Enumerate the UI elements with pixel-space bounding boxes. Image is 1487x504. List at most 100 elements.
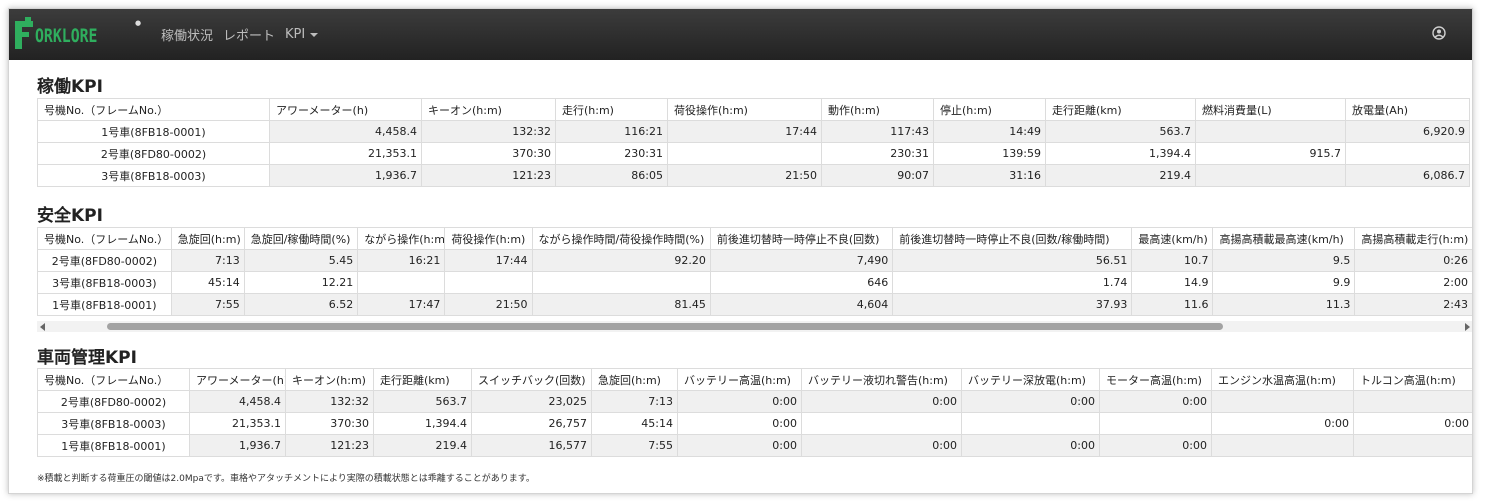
- column-header[interactable]: 停止(h:m): [933, 98, 1046, 121]
- table-cell: 0:00: [801, 434, 962, 457]
- column-header[interactable]: バッテリー深放電(h:m): [961, 368, 1100, 391]
- vehicle-name-cell: 2号車(8FD80-0002): [37, 390, 190, 413]
- table-row: 2号車(8FD80-0002) 7:13 5.45 16:21 17:44 92.20 7,…: [37, 249, 1472, 272]
- column-header[interactable]: キーオン(h:m): [421, 98, 556, 121]
- table-cell: 0:00: [1099, 390, 1212, 413]
- column-header[interactable]: 前後進切替時一時停止不良(回数): [709, 227, 894, 250]
- navbar: ORKLORE ● 稼働状況 レポート KPI: [9, 9, 1472, 60]
- table-cell: 56.51: [892, 249, 1133, 272]
- column-header[interactable]: アワーメーター(h): [269, 98, 422, 121]
- vehicle-name-cell: 1号車(8FB18-0001): [37, 434, 190, 457]
- table-cell: 31:16: [933, 164, 1046, 187]
- column-header[interactable]: バッテリー液切れ警告(h:m): [801, 368, 962, 391]
- table-cell: 370:30: [285, 412, 374, 435]
- column-header[interactable]: 走行(h:m): [555, 98, 668, 121]
- table-cell: 219.4: [1045, 164, 1196, 187]
- operation-kpi-title: 稼働KPI: [37, 77, 103, 97]
- nav-kpi-dropdown[interactable]: KPI: [285, 27, 319, 42]
- column-header[interactable]: 号機No.（フレームNo.）: [37, 98, 270, 121]
- table-cell: 0:00: [1211, 412, 1354, 435]
- column-header[interactable]: 高揚高積載最高速(km/h): [1212, 227, 1356, 250]
- table-cell: 17:44: [667, 120, 822, 143]
- column-header[interactable]: 号機No.（フレームNo.）: [37, 368, 190, 391]
- column-header[interactable]: 前後進切替時一時停止不良(回数/稼働時間): [892, 227, 1133, 250]
- table-cell: 563.7: [1045, 120, 1196, 143]
- column-header[interactable]: 動作(h:m): [821, 98, 934, 121]
- table-cell: 26,757: [471, 412, 592, 435]
- column-header[interactable]: 急旋回(h:m): [591, 368, 678, 391]
- table-row: 3号車(8FB18-0003) 45:14 12.21 646 1.74 14.9 9.9 2…: [37, 271, 1472, 294]
- column-header[interactable]: 荷役操作(h:m): [444, 227, 533, 250]
- table-row: 2号車(8FD80-0002) 21,353.1 370:30 230:31 230:3…: [37, 142, 1470, 165]
- table-cell: 230:31: [555, 142, 668, 165]
- table-cell: 5.45: [243, 249, 359, 272]
- scroll-right-arrow-icon[interactable]: [1465, 323, 1470, 331]
- table-cell: 1,936.7: [269, 164, 422, 187]
- table-row: 2号車(8FD80-0002) 4,458.4 132:32 563.7 23,025 7…: [37, 390, 1472, 413]
- table-cell: [1353, 390, 1472, 413]
- column-header[interactable]: ながら操作(h:m): [357, 227, 446, 250]
- column-header[interactable]: 急旋回/稼働時間(%): [243, 227, 359, 250]
- nav-operation-status[interactable]: 稼働状況: [161, 25, 213, 44]
- table-cell: 23,025: [471, 390, 592, 413]
- table-cell: 11.3: [1212, 293, 1356, 316]
- column-header[interactable]: 放電量(Ah): [1345, 98, 1470, 121]
- chevron-down-icon: [310, 32, 319, 37]
- table-cell: 132:32: [285, 390, 374, 413]
- registered-mark: ●: [135, 18, 142, 27]
- table-cell: [801, 412, 962, 435]
- column-header[interactable]: 号機No.（フレームNo.）: [37, 227, 172, 250]
- table-cell: 81.45: [531, 293, 711, 316]
- table-header-row: 号機No.（フレームNo.） アワーメーター(h) キーオン(h:m) 走行距離(km…: [37, 368, 1472, 391]
- column-header[interactable]: 最高速(km/h): [1131, 227, 1214, 250]
- table-cell: 0:00: [961, 434, 1100, 457]
- column-header[interactable]: 高揚高積載走行(h:m): [1354, 227, 1472, 250]
- column-header[interactable]: 燃料消費量(L): [1195, 98, 1346, 121]
- user-circle-icon[interactable]: [1432, 26, 1446, 40]
- table-cell: 4,458.4: [189, 390, 286, 413]
- table-cell: 17:47: [357, 293, 446, 316]
- table-cell: 6,086.7: [1345, 164, 1470, 187]
- table-cell: 230:31: [821, 142, 934, 165]
- column-header[interactable]: アワーメーター(h): [189, 368, 286, 391]
- table-cell: 21,353.1: [189, 412, 286, 435]
- table-cell: [1211, 390, 1354, 413]
- column-header[interactable]: 急旋回(h:m): [170, 227, 245, 250]
- table-cell: 0:26: [1354, 249, 1472, 272]
- column-header[interactable]: ながら操作時間/荷役操作時間(%): [531, 227, 711, 250]
- vehicle-name-cell: 1号車(8FB18-0001): [37, 120, 270, 143]
- vehicle-name-cell: 2号車(8FD80-0002): [37, 249, 172, 272]
- column-header[interactable]: キーオン(h:m): [285, 368, 374, 391]
- column-header[interactable]: モーター高温(h:m): [1099, 368, 1212, 391]
- table-header-row: 号機No.（フレームNo.） アワーメーター(h) キーオン(h:m) 走行(h:m)…: [37, 98, 1470, 121]
- forklore-logo[interactable]: ORKLORE ●: [13, 15, 141, 55]
- table-cell: 4,458.4: [269, 120, 422, 143]
- scroll-left-arrow-icon[interactable]: [40, 323, 45, 331]
- nav-report[interactable]: レポート: [223, 25, 275, 44]
- table-cell: 21,353.1: [269, 142, 422, 165]
- table-cell: 11.6: [1131, 293, 1214, 316]
- table-cell: 1,394.4: [373, 412, 472, 435]
- column-header[interactable]: 走行距離(km): [1045, 98, 1196, 121]
- logo-f-mark-icon: [15, 16, 33, 49]
- table-cell: 0:00: [801, 390, 962, 413]
- footnote: ※積載と判断する荷重圧の閾値は2.0Mpaです。車格やアタッチメントにより実際の…: [37, 474, 535, 484]
- table-cell: 0:00: [677, 390, 802, 413]
- column-header[interactable]: 荷役操作(h:m): [667, 98, 822, 121]
- vehicle-name-cell: 1号車(8FB18-0001): [37, 293, 172, 316]
- column-header[interactable]: エンジン水温高温(h:m): [1211, 368, 1354, 391]
- table-cell: 14.9: [1131, 271, 1214, 294]
- table-cell: [444, 271, 533, 294]
- table-cell: 7:13: [591, 390, 678, 413]
- table-cell: 7:55: [591, 434, 678, 457]
- column-header[interactable]: トルコン高温(h:m): [1353, 368, 1472, 391]
- table-cell: 0:00: [1099, 434, 1212, 457]
- horizontal-scrollbar[interactable]: [37, 321, 1472, 332]
- column-header[interactable]: バッテリー高温(h:m): [677, 368, 802, 391]
- vehicle-kpi-table: 号機No.（フレームNo.） アワーメーター(h) キーオン(h:m) 走行距離(km…: [37, 368, 1472, 457]
- scrollbar-thumb[interactable]: [107, 323, 1223, 330]
- table-row: 1号車(8FB18-0001) 7:55 6.52 17:47 21:50 81.45 4,…: [37, 293, 1472, 316]
- table-cell: 116:21: [555, 120, 668, 143]
- column-header[interactable]: 走行距離(km): [373, 368, 472, 391]
- column-header[interactable]: スイッチバック(回数): [471, 368, 592, 391]
